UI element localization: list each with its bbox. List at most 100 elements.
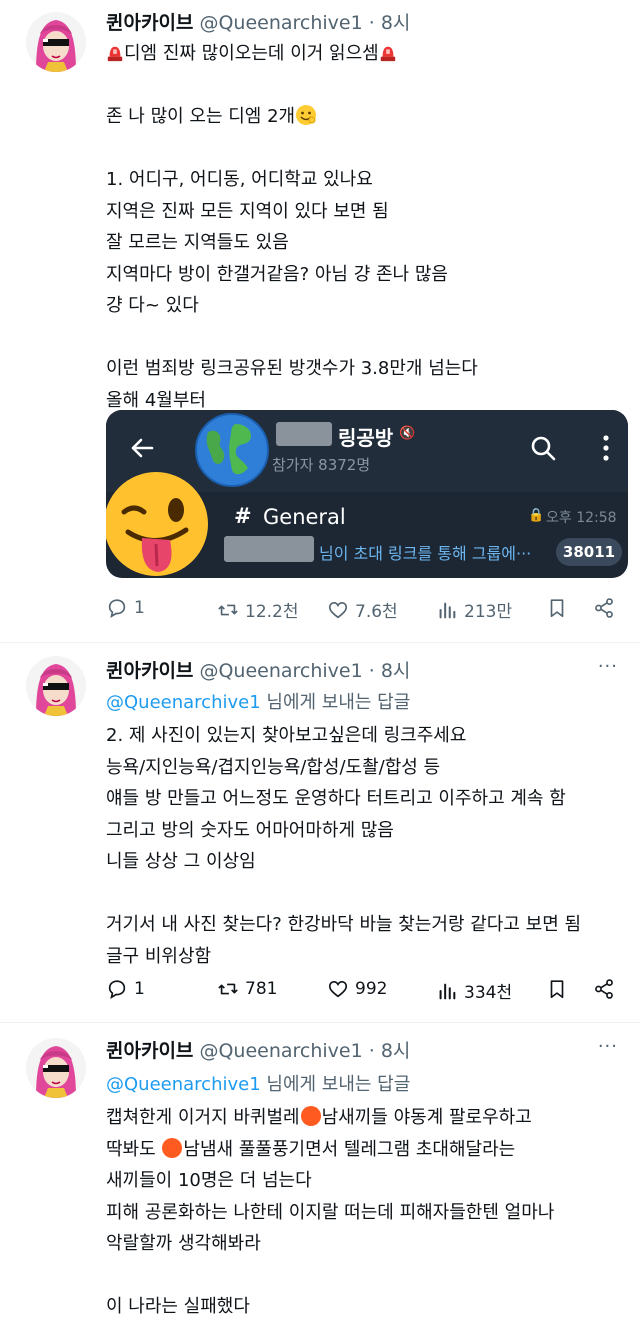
message-time: 오후 12:58	[546, 510, 617, 526]
lock-icon: 🔒	[528, 508, 545, 523]
author-name[interactable]: 퀸아카이브	[106, 660, 193, 682]
share-button[interactable]	[593, 597, 615, 619]
retweet-icon	[218, 604, 238, 615]
tweet-time[interactable]: 8시	[381, 1040, 411, 1062]
winking-tongue-emoji	[106, 472, 208, 576]
like-count: 992	[355, 979, 388, 999]
author-handle[interactable]: @Queenarchive1	[199, 660, 362, 682]
author-avatar[interactable]	[26, 656, 86, 716]
tweet-divider	[0, 642, 640, 643]
reply-mention-link[interactable]: @Queenarchive1	[106, 692, 261, 713]
tweet-line: 피해 공론화하는 나한테 이지랄 떠는데 피해자들한텐 얼마나	[106, 1201, 555, 1223]
separator-dot: ·	[368, 12, 375, 34]
tweet-2[interactable]: 퀸아카이브 @Queenarchive1 · 8시 ··· @Queenarch…	[0, 650, 640, 1020]
tweet-line: 디엠 진짜 많이오는데 이거 읽으셈	[106, 38, 621, 70]
tweet-line	[106, 1260, 621, 1292]
tweet-header: 퀸아카이브 @Queenarchive1 · 8시	[106, 1036, 410, 1063]
like-count: 7.6천	[355, 602, 398, 622]
reply-mention-link[interactable]: @Queenarchive1	[106, 1074, 261, 1095]
search-icon	[531, 436, 556, 461]
tweet-text: 캡쳐한게 이거지 바퀴벌레 남새끼들 야동계 팔로우하고 딱봐도 남냄새 풀풀풍기…	[106, 1102, 621, 1317]
more-options-button[interactable]: ···	[598, 1036, 618, 1057]
tweet-line: 이런 범죄방 링크공유된 방갯수가 3.8만개 넘는다	[106, 358, 478, 379]
reply-count: 1	[134, 598, 145, 618]
retweet-button[interactable]: 781	[217, 978, 277, 1000]
author-name[interactable]: 퀸아카이브	[106, 1040, 193, 1062]
author-handle[interactable]: @Queenarchive1	[199, 1040, 362, 1062]
reply-suffix: 님에게 보내는 답글	[260, 1074, 411, 1095]
tweet-line: 지역은 진짜 모든 지역이 있다 보면 됨	[106, 200, 389, 222]
views-count: 334천	[464, 983, 513, 1003]
tweet-time[interactable]: 8시	[381, 12, 411, 34]
channel-name: General	[263, 505, 346, 529]
tweet-line	[106, 322, 621, 354]
reply-button[interactable]: 1	[106, 597, 145, 619]
back-arrow-icon	[131, 438, 154, 458]
tweet-3[interactable]: 퀸아카이브 @Queenarchive1 · 8시 ··· @Queenarch…	[0, 1030, 640, 1317]
retweet-button[interactable]: 12.2천	[217, 597, 299, 622]
retweet-count: 12.2천	[245, 602, 299, 622]
tweet-line: 글구 비위상함	[106, 945, 212, 967]
like-button[interactable]: 7.6천	[327, 597, 398, 622]
siren-emoji-icon	[380, 46, 395, 62]
replying-to: @Queenarchive1 님에게 보내는 답글	[106, 1070, 410, 1096]
tweet-line: 1. 어디구, 어디동, 어디학교 있나요	[106, 169, 373, 190]
author-handle[interactable]: @Queenarchive1	[199, 12, 362, 34]
tweet-line: 그리고 방의 숫자도 어마어마하게 많음	[106, 819, 394, 841]
share-button[interactable]	[593, 978, 615, 1000]
tweet-line: 캡쳐한게 이거지 바퀴벌레 남새끼들 야동계 팔로우하고	[106, 1106, 532, 1128]
censor-mark	[300, 1106, 321, 1126]
author-avatar[interactable]	[26, 12, 86, 72]
bookmark-icon	[550, 599, 564, 618]
tweet-text: 2. 제 사진이 있는지 찾아보고싶은데 링크주세요 능욕/지인능욕/겹지인능욕…	[106, 720, 621, 972]
tweet-actions: 1 12.2천 7.6천 213만	[106, 597, 616, 623]
tweet-line: 잘 모르는 지역들도 있음	[106, 232, 289, 253]
kebab-menu-icon	[603, 435, 609, 461]
tweet-line	[106, 70, 621, 102]
tweet-header: 퀸아카이브 @Queenarchive1 · 8시	[106, 8, 410, 35]
message-preview: 님이 초대 링크를 통해 그룹에···	[319, 544, 532, 563]
tweet-line: 거기서 내 사진 찾는다? 한강바닥 바늘 찾는거랑 같다고 보면 됨	[106, 914, 582, 935]
tweet-divider	[0, 1022, 640, 1023]
replying-to: @Queenarchive1 님에게 보내는 답글	[106, 688, 410, 714]
reply-count: 1	[134, 979, 145, 999]
views-button[interactable]: 334천	[436, 978, 512, 1003]
bookmark-button[interactable]	[546, 978, 568, 1000]
smiling-emoji-icon	[296, 105, 317, 125]
views-count: 213만	[464, 602, 513, 622]
views-button[interactable]: 213만	[436, 597, 512, 622]
like-button[interactable]: 992	[327, 978, 387, 1000]
retweet-count: 781	[245, 979, 278, 999]
tweet-line: 능욕/지인능욕/겹지인능욕/합성/도촬/합성 등	[106, 756, 441, 778]
author-avatar[interactable]	[26, 1038, 86, 1098]
tweet-line: 지역마다 방이 한갤거같음? 아님 걍 존나 많음	[106, 263, 448, 285]
tweet-line: 니들 상상 그 이상임	[106, 851, 256, 872]
attached-image[interactable]: 링공방 🔇 참가자 8372명 # General 🔒 오후 12:58 님이 …	[106, 410, 628, 578]
author-name[interactable]: 퀸아카이브	[106, 12, 193, 34]
separator-dot: ·	[368, 1040, 375, 1062]
reply-button[interactable]: 1	[106, 978, 145, 1000]
redacted-block	[224, 536, 314, 562]
tweet-1[interactable]: 퀸아카이브 @Queenarchive1 · 8시 디엠 진짜 많이오는데 이거…	[0, 0, 640, 650]
tweet-time[interactable]: 8시	[381, 660, 411, 682]
tweet-line	[106, 878, 621, 910]
censor-mark	[162, 1137, 183, 1158]
channel-hash: #	[234, 504, 252, 528]
bookmark-button[interactable]	[546, 597, 568, 619]
tweet-header: 퀸아카이브 @Queenarchive1 · 8시	[106, 656, 410, 683]
reply-suffix: 님에게 보내는 답글	[260, 692, 411, 713]
tweet-actions: 1 781 992 334천	[106, 978, 616, 1004]
siren-emoji-icon	[107, 46, 123, 62]
heart-icon	[328, 981, 348, 998]
redacted-block	[276, 422, 332, 446]
reply-icon	[108, 980, 126, 999]
share-icon	[595, 979, 613, 999]
separator-dot: ·	[368, 660, 375, 682]
reply-icon	[108, 599, 126, 618]
views-chart-icon	[439, 602, 456, 618]
tweet-line: 존 나 많이 오는 디엠 2개	[106, 101, 621, 133]
tweet-line: 새끼들이 10명은 더 넘는다	[106, 1170, 312, 1191]
tweet-line: 걍 다~ 있다	[106, 295, 199, 316]
more-options-button[interactable]: ···	[598, 656, 618, 677]
heart-icon	[328, 601, 348, 618]
